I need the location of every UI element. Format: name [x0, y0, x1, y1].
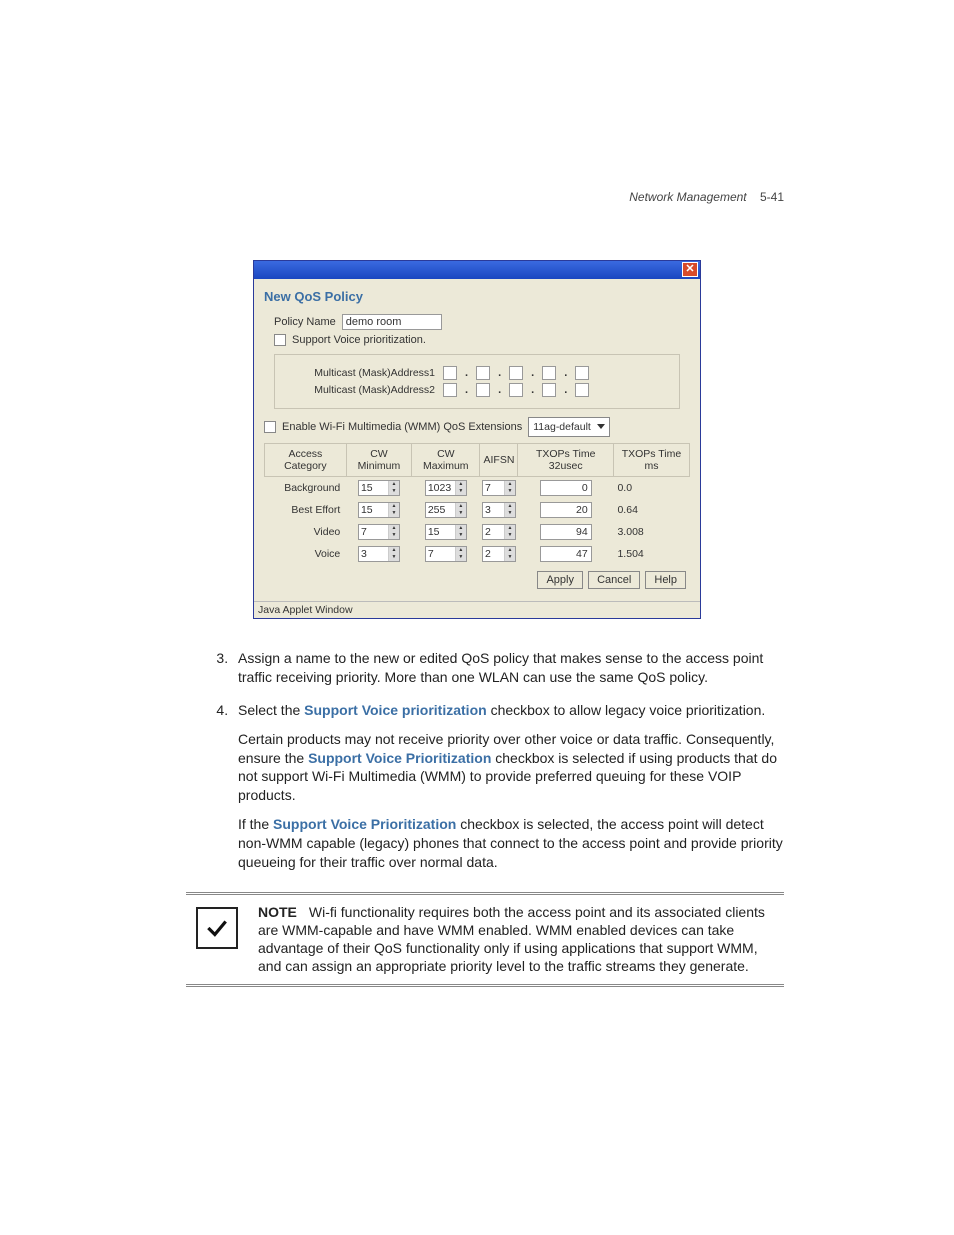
cwmin-spinner[interactable]: 15▲▼: [358, 502, 400, 518]
note-box: NOTEWi-fi functionality requires both th…: [186, 892, 784, 987]
aifsn-spinner[interactable]: 2▲▼: [482, 524, 516, 540]
txops32-input[interactable]: 94: [540, 524, 592, 540]
mcast2-octet[interactable]: [542, 383, 556, 397]
row-category: Background: [265, 477, 347, 500]
cwmax-spinner[interactable]: 255▲▼: [425, 502, 467, 518]
mcast2-octet[interactable]: [476, 383, 490, 397]
row-category: Voice: [265, 543, 347, 565]
cwmax-spinner[interactable]: 7▲▼: [425, 546, 467, 562]
mcast1-octet[interactable]: [509, 366, 523, 380]
table-row: Best Effort 15▲▼ 255▲▼ 3▲▼ 20 0.64: [265, 499, 690, 521]
support-voice-link: Support Voice Prioritization: [273, 816, 456, 832]
status-bar: Java Applet Window: [254, 601, 700, 618]
wmm-table: Access Category CW Minimum CW Maximum AI…: [264, 443, 690, 565]
table-row: Background 15▲▼ 1023▲▼ 7▲▼ 0 0.0: [265, 477, 690, 500]
support-voice-link: Support Voice prioritization: [304, 702, 487, 718]
wmm-profile-dropdown[interactable]: 11ag-default: [528, 417, 610, 437]
help-button[interactable]: Help: [645, 571, 686, 589]
cwmin-spinner[interactable]: 15▲▼: [358, 480, 400, 496]
txopsms-value: 3.008: [613, 521, 689, 543]
note-text: Wi-fi functionality requires both the ac…: [258, 904, 765, 975]
support-voice-label: Support Voice prioritization.: [292, 334, 426, 346]
cwmin-spinner[interactable]: 7▲▼: [358, 524, 400, 540]
qos-policy-dialog: ✕ New QoS Policy Policy Name demo room S…: [253, 260, 701, 619]
apply-button[interactable]: Apply: [537, 571, 583, 589]
col-txops-ms: TXOPs Time ms: [613, 444, 689, 477]
aifsn-spinner[interactable]: 3▲▼: [482, 502, 516, 518]
policy-name-label: Policy Name: [274, 316, 336, 328]
txops32-input[interactable]: 47: [540, 546, 592, 562]
col-cw-max: CW Maximum: [412, 444, 480, 477]
txops32-input[interactable]: 20: [540, 502, 592, 518]
txops32-input[interactable]: 0: [540, 480, 592, 496]
enable-wmm-label: Enable Wi-Fi Multimedia (WMM) QoS Extens…: [282, 421, 522, 433]
instruction-list: Assign a name to the new or edited QoS p…: [170, 649, 784, 872]
mcast2-octet[interactable]: [575, 383, 589, 397]
txopsms-value: 1.504: [613, 543, 689, 565]
mcast1-octet[interactable]: [476, 366, 490, 380]
col-txops-32: TXOPs Time 32usec: [518, 444, 614, 477]
mcast1-octet[interactable]: [575, 366, 589, 380]
section-name: Network Management: [629, 190, 746, 204]
cwmax-spinner[interactable]: 15▲▼: [425, 524, 467, 540]
dialog-title: New QoS Policy: [264, 289, 690, 304]
multicast-group: Multicast (Mask)Address1 . . . . Multica…: [274, 354, 680, 409]
instruction-3: Assign a name to the new or edited QoS p…: [232, 649, 784, 687]
checkmark-icon: [196, 907, 238, 949]
aifsn-spinner[interactable]: 2▲▼: [482, 546, 516, 562]
instruction-4: Select the Support Voice prioritization …: [232, 701, 784, 872]
cancel-button[interactable]: Cancel: [588, 571, 640, 589]
mcast2-octet[interactable]: [443, 383, 457, 397]
row-category: Video: [265, 521, 347, 543]
col-access-category: Access Category: [265, 444, 347, 477]
row-category: Best Effort: [265, 499, 347, 521]
titlebar: ✕: [254, 261, 700, 279]
cwmin-spinner[interactable]: 3▲▼: [358, 546, 400, 562]
enable-wmm-checkbox[interactable]: [264, 421, 276, 433]
txopsms-value: 0.64: [613, 499, 689, 521]
mcast2-octet[interactable]: [509, 383, 523, 397]
support-voice-link: Support Voice Prioritization: [308, 750, 491, 766]
note-label: NOTE: [258, 904, 297, 920]
mcast1-octet[interactable]: [542, 366, 556, 380]
support-voice-checkbox[interactable]: [274, 334, 286, 346]
mcast1-octet[interactable]: [443, 366, 457, 380]
aifsn-spinner[interactable]: 7▲▼: [482, 480, 516, 496]
page-header: Network Management 5-41: [629, 190, 784, 204]
multicast1-label: Multicast (Mask)Address1: [285, 367, 435, 379]
multicast2-label: Multicast (Mask)Address2: [285, 384, 435, 396]
table-row: Voice 3▲▼ 7▲▼ 2▲▼ 47 1.504: [265, 543, 690, 565]
col-aifsn: AIFSN: [480, 444, 518, 477]
txopsms-value: 0.0: [613, 477, 689, 500]
page-number: 5-41: [760, 190, 784, 204]
table-row: Video 7▲▼ 15▲▼ 2▲▼ 94 3.008: [265, 521, 690, 543]
cwmax-spinner[interactable]: 1023▲▼: [425, 480, 467, 496]
policy-name-input[interactable]: demo room: [342, 314, 442, 330]
col-cw-min: CW Minimum: [346, 444, 411, 477]
close-icon[interactable]: ✕: [682, 262, 698, 277]
